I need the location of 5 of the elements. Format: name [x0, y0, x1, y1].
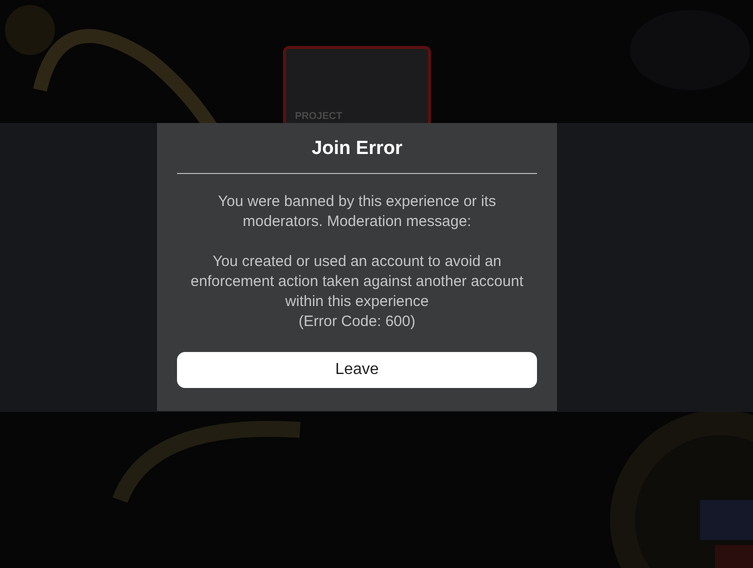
dialog-title: Join Error	[310, 137, 404, 161]
dialog-message: You were banned by this experience or its moderators. Moderation message:	[217, 192, 497, 232]
dialog-message: You created or used an account to avoid an enforcement action taken against another account within this experience	[190, 252, 524, 312]
error-code: (Error Code: 600)	[298, 312, 416, 332]
leave-button[interactable]: Leave	[177, 352, 537, 388]
